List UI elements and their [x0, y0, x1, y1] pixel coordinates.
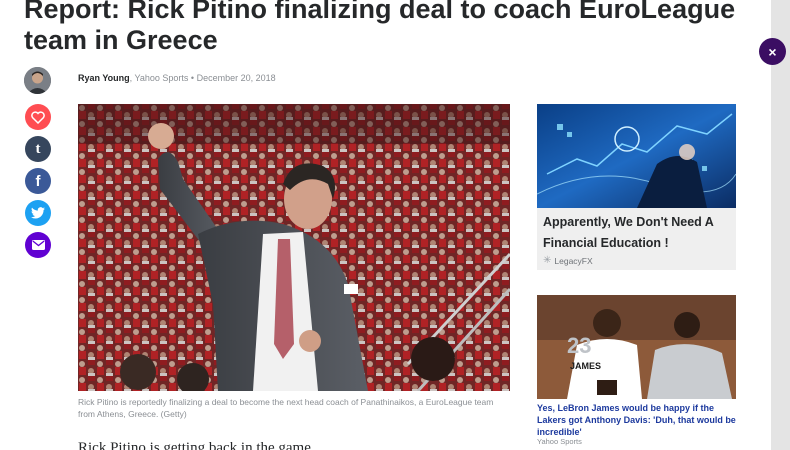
- article-headline: Report: Rick Pitino finalizing deal to c…: [24, 0, 736, 55]
- ad-title[interactable]: Apparently, We Don't Need A Financial Ed…: [543, 212, 733, 254]
- story-image: 23 JAMES: [537, 295, 736, 399]
- ad-source-name: LegacyFX: [554, 255, 593, 266]
- facebook-icon: f: [35, 172, 41, 190]
- close-button[interactable]: ×: [759, 38, 786, 65]
- author-avatar[interactable]: [24, 67, 51, 94]
- story-source: Yahoo Sports: [537, 437, 582, 446]
- ad-image: [537, 104, 736, 208]
- facebook-share-button[interactable]: f: [25, 168, 51, 194]
- byline: Ryan Young, Yahoo Sports • December 20, …: [78, 73, 276, 83]
- related-story-card[interactable]: 23 JAMES Yes, LeBron James would be happ…: [537, 295, 736, 450]
- image-caption: Rick Pitino is reportedly finalizing a d…: [78, 397, 494, 419]
- tumblr-icon: t: [35, 140, 41, 157]
- byline-separator: •: [190, 73, 195, 83]
- article-page: Report: Rick Pitino finalizing deal to c…: [0, 0, 771, 450]
- publisher-name[interactable]: Yahoo Sports: [135, 73, 189, 83]
- mail-icon: [31, 240, 45, 250]
- close-icon: ×: [768, 43, 777, 60]
- mail-share-button[interactable]: [25, 232, 51, 258]
- story-title[interactable]: Yes, LeBron James would be happy if the …: [537, 402, 736, 438]
- twitter-share-button[interactable]: [25, 200, 51, 226]
- heart-icon: [31, 110, 45, 124]
- tumblr-share-button[interactable]: t: [25, 136, 51, 162]
- jersey-name: JAMES: [570, 361, 602, 371]
- twitter-icon: [31, 207, 45, 219]
- heart-share-button[interactable]: [25, 104, 51, 130]
- article-lead-paragraph: Rick Pitino is getting back in the game.: [78, 440, 315, 450]
- article-hero-image[interactable]: [78, 104, 510, 391]
- sparkle-icon: ✳: [543, 255, 552, 266]
- author-name[interactable]: Ryan Young: [78, 73, 130, 83]
- publish-date: December 20, 2018: [196, 73, 276, 83]
- ad-source: ✳ LegacyFX: [543, 255, 593, 266]
- sponsored-ad-card[interactable]: Apparently, We Don't Need A Financial Ed…: [537, 104, 736, 270]
- jersey-number: 23: [567, 333, 592, 358]
